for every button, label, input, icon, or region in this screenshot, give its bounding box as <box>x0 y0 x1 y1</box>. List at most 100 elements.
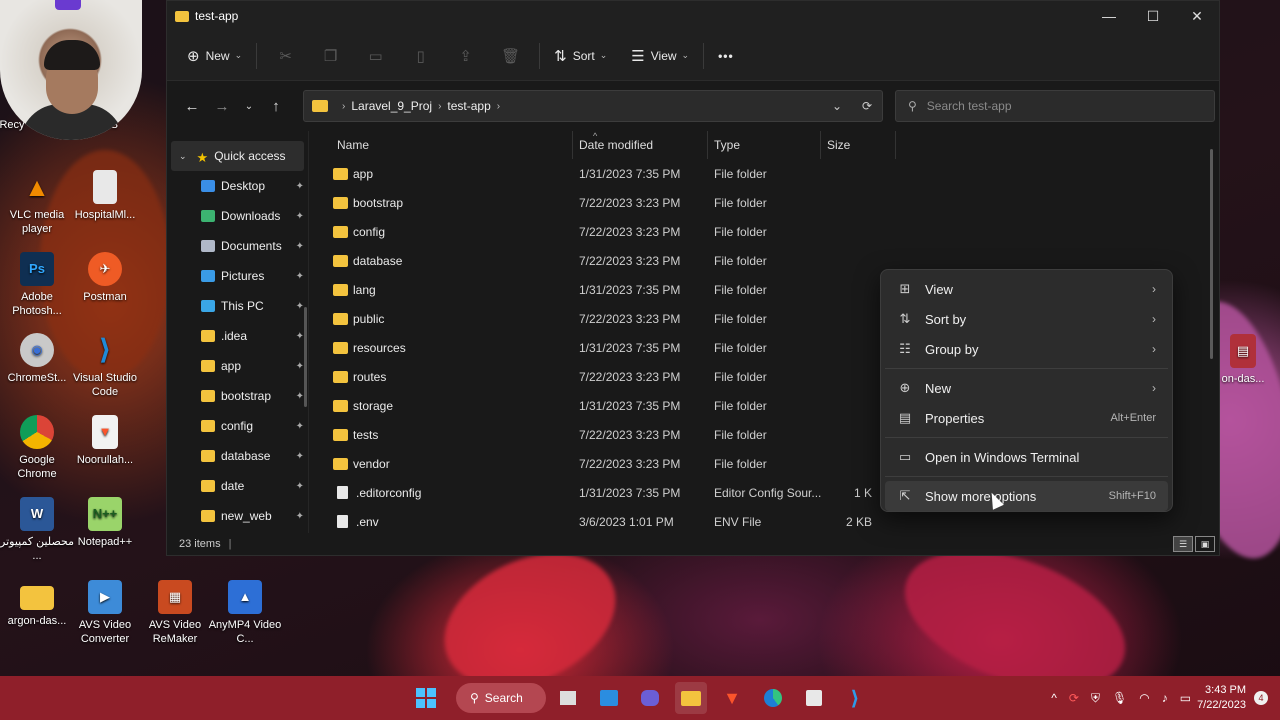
sidebar-item-idea[interactable]: .idea ✦ <box>167 321 308 351</box>
menu-item-shortcut: Shift+F10 <box>1108 490 1156 502</box>
sidebar-item-config[interactable]: config ✦ <box>167 411 308 441</box>
menu-item-sort-by[interactable]: ⇅ Sort by › <box>885 304 1168 334</box>
vscode-taskbar-button[interactable]: ⟩ <box>839 682 871 714</box>
address-history-button[interactable]: ⌄ <box>822 99 852 113</box>
sidebar-item-quick-access[interactable]: ⌄ ★ Quick access <box>171 141 304 171</box>
desktop-icon-anymp4[interactable]: ▲ AnyMP4 Video C... <box>208 580 282 646</box>
battery-icon[interactable]: ▭ <box>1180 691 1191 705</box>
sidebar-item-date[interactable]: date ✦ <box>167 471 308 501</box>
clock-date: 7/22/2023 <box>1197 699 1246 711</box>
navigation-pane: ⌄ ★ Quick access Desktop ✦ Downloads ✦ Docum… <box>167 131 309 533</box>
column-header-name[interactable]: Name <box>309 131 573 159</box>
file-explorer-taskbar-button[interactable] <box>675 682 707 714</box>
sync-icon[interactable]: ⟳ <box>1069 691 1079 705</box>
taskbar-search-label: Search <box>484 691 523 705</box>
new-button[interactable]: ⊕ New ⌄ <box>179 40 250 72</box>
sidebar-item-label: new_web <box>221 509 272 523</box>
column-header-type[interactable]: Type <box>708 131 821 159</box>
menu-item-view[interactable]: ⊞ View › <box>885 274 1168 304</box>
photoshop-icon: Ps <box>20 252 54 286</box>
desktop-icon-argon[interactable]: argon-das... <box>0 580 74 628</box>
sidebar-item-label: database <box>221 449 271 463</box>
edge-taskbar-button[interactable] <box>757 682 789 714</box>
sidebar-item-bootstrap[interactable]: bootstrap ✦ <box>167 381 308 411</box>
desktop-icon-word-doc[interactable]: W محصلین کمپیوتر ... <box>0 497 74 563</box>
close-button[interactable]: ✕ <box>1175 1 1219 31</box>
menu-item-properties[interactable]: ▤ Properties Alt+Enter <box>885 403 1168 433</box>
brave-taskbar-button[interactable]: ▼ <box>716 682 748 714</box>
security-icon[interactable]: ⛨ <box>1091 691 1100 706</box>
breadcrumb-item[interactable]: test-app <box>447 99 490 113</box>
desktop-icon-avs-remaker[interactable]: ▦ AVS Video ReMaker <box>138 580 212 646</box>
menu-item-open-terminal[interactable]: ▭ Open in Windows Terminal <box>885 442 1168 472</box>
breadcrumb-item[interactable]: Laravel_9_Proj <box>351 99 432 113</box>
sidebar-item-desktop[interactable]: Desktop ✦ <box>167 171 308 201</box>
table-row[interactable]: bootstrap 7/22/2023 3:23 PM File folder <box>309 188 1219 217</box>
title-bar[interactable]: test-app — ☐ ✕ <box>167 1 1219 31</box>
sort-button[interactable]: ⇅ Sort ⌄ <box>546 40 615 72</box>
paste-button[interactable]: ▭ <box>353 40 398 72</box>
wifi-icon[interactable]: ◠ <box>1139 691 1149 705</box>
forward-button[interactable]: → <box>207 91 237 121</box>
desktop-icon-avs-converter[interactable]: ▶ AVS Video Converter <box>68 580 142 646</box>
clock[interactable]: 3:43 PM 7/22/2023 <box>1197 683 1246 713</box>
chevron-up-icon[interactable]: ^ <box>1051 691 1057 705</box>
volume-icon[interactable]: ♪ <box>1162 691 1168 705</box>
desktop-icon-photoshop[interactable]: Ps Adobe Photosh... <box>0 252 74 318</box>
table-row[interactable]: config 7/22/2023 3:23 PM File folder <box>309 217 1219 246</box>
pin-icon: ✦ <box>295 480 304 492</box>
sidebar-item-app[interactable]: app ✦ <box>167 351 308 381</box>
sidebar-item-this-pc[interactable]: This PC ✦ <box>167 291 308 321</box>
menu-separator <box>885 476 1168 477</box>
column-header-size[interactable]: Size <box>821 131 896 159</box>
sidebar-item-database[interactable]: database ✦ <box>167 441 308 471</box>
copy-button[interactable]: ❐ <box>308 40 353 72</box>
sidebar-item-documents[interactable]: Documents ✦ <box>167 231 308 261</box>
menu-item-new[interactable]: ⊕ New › <box>885 373 1168 403</box>
navigation-pane-scrollbar[interactable] <box>304 307 307 407</box>
refresh-button[interactable]: ⟳ <box>852 99 882 113</box>
widgets-button[interactable] <box>593 682 625 714</box>
desktop-icon-vlc[interactable]: ▲ VLC media player <box>0 170 74 236</box>
notification-badge[interactable]: 4 <box>1254 691 1268 705</box>
share-button[interactable]: ⇪ <box>443 40 488 72</box>
maximize-button[interactable]: ☐ <box>1131 1 1175 31</box>
menu-item-group-by[interactable]: ☷ Group by › <box>885 334 1168 364</box>
desktop-icon-noorullah[interactable]: ▼ Noorullah... <box>68 415 142 467</box>
search-box[interactable]: ⚲ Search test-app <box>895 90 1215 122</box>
menu-item-show-more-options[interactable]: ⇱ Show more options Shift+F10 <box>885 481 1168 511</box>
sidebar-item-downloads[interactable]: Downloads ✦ <box>167 201 308 231</box>
teams-chat-button[interactable] <box>634 682 666 714</box>
menu-item-label: Group by <box>925 341 979 357</box>
file-list-scrollbar[interactable] <box>1210 149 1213 359</box>
minimize-button[interactable]: — <box>1087 1 1131 31</box>
details-view-button[interactable]: ☰ <box>1173 536 1193 552</box>
store-taskbar-button[interactable] <box>798 682 830 714</box>
microphone-icon[interactable]: 🎙 <box>1112 691 1127 705</box>
start-button[interactable] <box>410 682 442 714</box>
rename-button[interactable]: ▯ <box>398 40 443 72</box>
up-button[interactable]: ↑ <box>261 91 291 121</box>
delete-button[interactable]: 🗑 <box>488 40 533 72</box>
file-name: storage <box>353 398 394 413</box>
folder-icon <box>175 10 189 22</box>
desktop-icon-vscode[interactable]: ⟩ Visual Studio Code <box>68 333 142 399</box>
desktop-icon-label: Postman <box>83 291 127 303</box>
view-button[interactable]: ☰ View ⌄ <box>623 40 697 72</box>
desktop-icon-hospital[interactable]: HospitalMl... <box>68 170 142 222</box>
sidebar-item-pictures[interactable]: Pictures ✦ <box>167 261 308 291</box>
desktop-icon-chromesetup[interactable]: ◉ ChromeSt... <box>0 333 74 385</box>
back-button[interactable]: ← <box>177 91 207 121</box>
recent-locations-button[interactable]: ⌄ <box>237 91 261 121</box>
table-row[interactable]: app 1/31/2023 7:35 PM File folder <box>309 159 1219 188</box>
tiles-view-button[interactable]: ▣ <box>1195 536 1215 552</box>
desktop-icon-chrome[interactable]: Google Chrome <box>0 415 74 481</box>
taskbar-search-button[interactable]: ⚲ Search <box>456 683 546 713</box>
sidebar-item-new-web[interactable]: new_web ✦ <box>167 501 308 531</box>
address-bar[interactable]: › Laravel_9_Proj › test-app › ⌄ ⟳ <box>303 90 883 122</box>
desktop-icon-postman[interactable]: ✈ Postman <box>68 252 142 304</box>
task-view-button[interactable] <box>552 682 584 714</box>
desktop-icon-notepadpp[interactable]: N++ Notepad++ <box>68 497 142 549</box>
more-options-button[interactable]: ••• <box>710 40 742 72</box>
cut-button[interactable]: ✂ <box>263 40 308 72</box>
